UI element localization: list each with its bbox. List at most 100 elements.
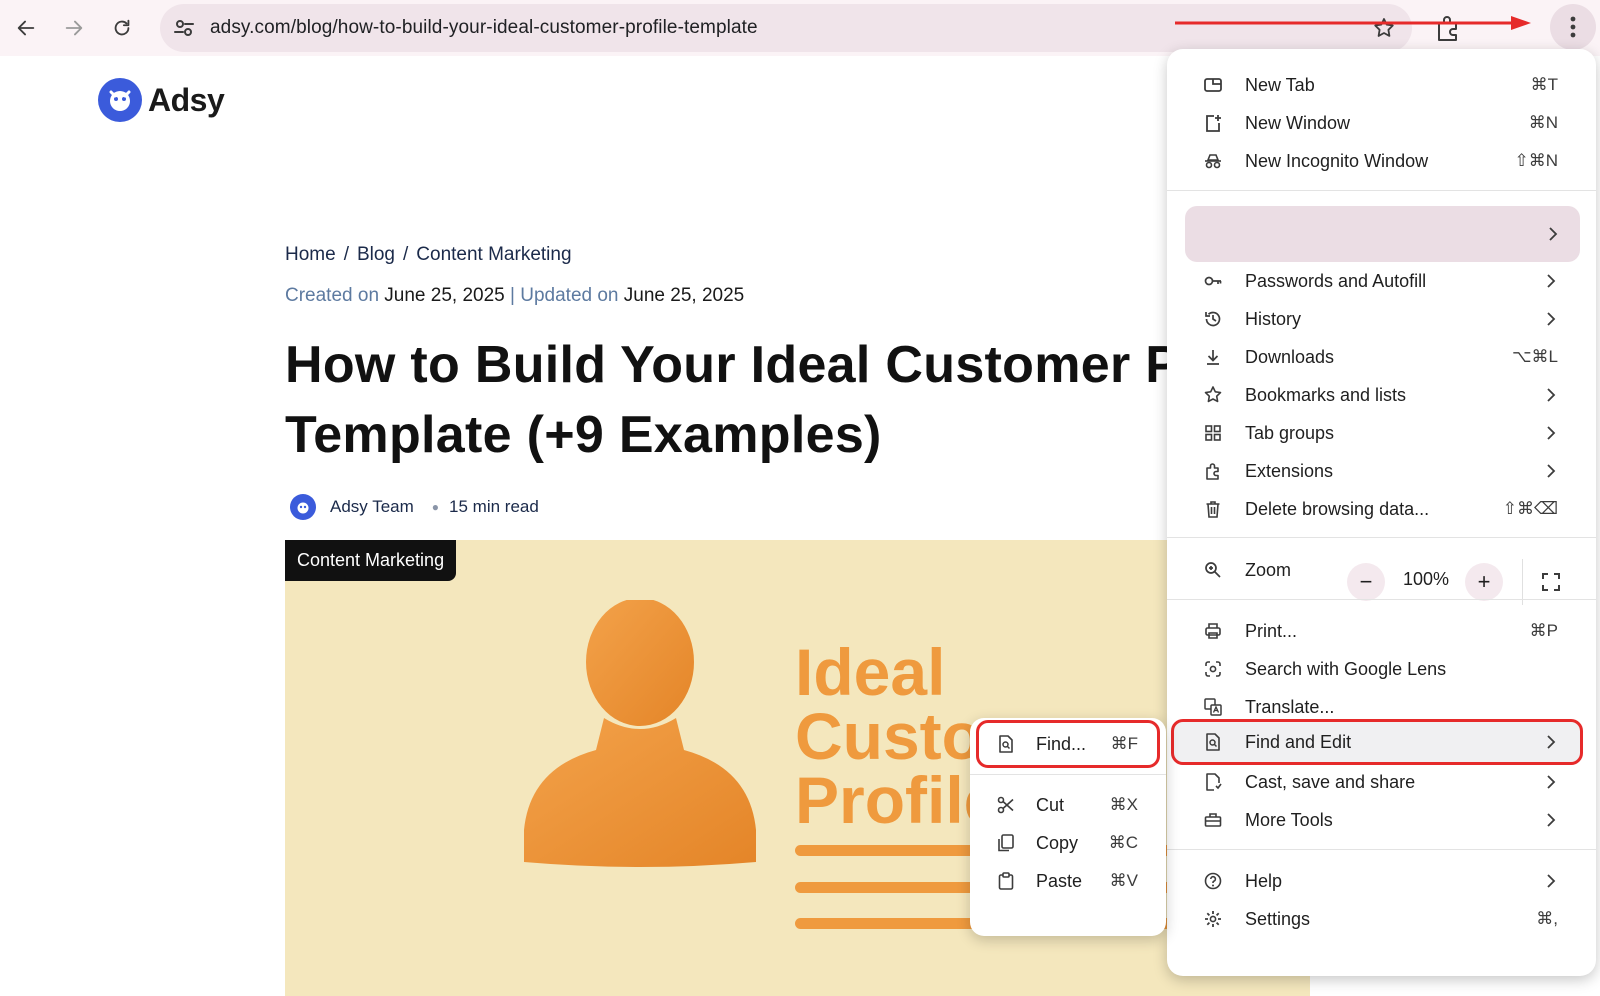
read-time: 15 min read [449,497,539,516]
browser-menu: New Tab ⌘T New Window ⌘N New Incognito W… [1167,49,1596,976]
browser-menu-button[interactable] [1550,4,1596,50]
updated-label: Updated on [520,285,619,306]
site-settings-icon[interactable] [172,16,196,40]
chevron-right-icon [1547,426,1556,440]
grid-icon [1205,425,1221,441]
chevron-right-icon [1547,874,1556,888]
person-silhouette-icon [524,600,756,867]
submenu-divider [970,774,1166,775]
arrow-right-icon [65,20,83,36]
breadcrumb: Home / Blog / Content Marketing [285,244,572,265]
download-icon [1207,350,1219,365]
menu-downloads[interactable]: Downloads ⌥⌘L [1167,338,1596,376]
updated-date: June 25, 2025 [623,285,745,306]
url-text[interactable]: adsy.com/blog/how-to-build-your-ideal-cu… [210,17,758,39]
menu-new-incognito[interactable]: New Incognito Window ⇧⌘N [1167,142,1596,180]
reload-button[interactable] [102,8,142,48]
bullet-icon: ● [431,500,440,514]
star-icon [1204,386,1222,403]
menu-more-tools[interactable]: More Tools [1167,801,1596,839]
site-logo[interactable]: Adsy [98,78,225,122]
chevron-right-icon [1547,312,1556,326]
menu-tab-groups[interactable]: Tab groups [1167,414,1596,452]
key-icon [1204,276,1222,286]
zoom-in-button[interactable]: + [1465,563,1503,601]
menu-history[interactable]: History [1167,300,1596,338]
arrow-left-icon [17,20,35,36]
new-window-icon [1206,115,1221,132]
breadcrumb-home[interactable]: Home [285,244,336,265]
menu-print[interactable]: Print... ⌘P [1167,612,1596,650]
chevron-right-icon [1547,813,1556,827]
created-label: Created on [285,285,380,306]
gear-icon [1205,911,1221,927]
profile-row[interactable] [1185,206,1580,262]
google-lens-icon [1205,661,1221,677]
chevron-right-icon [1547,735,1556,749]
menu-settings[interactable]: Settings ⌘, [1167,900,1596,938]
browser-toolbar: adsy.com/blog/how-to-build-your-ideal-cu… [0,0,1600,56]
translate-icon [1204,698,1222,716]
menu-passwords[interactable]: Passwords and Autofill [1167,262,1596,300]
file-share-icon [1206,773,1222,791]
red-arrow-annotation [1175,16,1531,30]
menu-new-tab[interactable]: New Tab ⌘T [1167,66,1596,104]
scissors-icon [997,796,1014,814]
date-divider: | [510,285,515,306]
breadcrumb-blog[interactable]: Blog [357,244,395,265]
menu-divider [1167,537,1596,538]
chevron-right-icon [1547,274,1556,288]
zoom-icon [1205,562,1221,578]
menu-bookmarks[interactable]: Bookmarks and lists [1167,376,1596,414]
menu-find-edit[interactable]: Find and Edit [1167,723,1596,761]
new-tab-icon [1204,78,1222,92]
title-line-1: How to Build Your Ideal Customer Profile [285,336,1170,394]
find-edit-submenu: Find... ⌘F Cut ⌘X Copy ⌘C Paste ⌘V [970,718,1166,936]
author-name[interactable]: Adsy Team [330,497,414,517]
menu-help[interactable]: Help [1167,862,1596,900]
author-meta: Adsy Team ● 15 min read [290,494,539,520]
clipboard-icon [998,872,1014,890]
help-icon [1204,872,1222,890]
copy-icon [998,834,1014,852]
toolbox-icon [1204,813,1222,827]
submenu-cut[interactable]: Cut ⌘X [970,786,1166,824]
back-button[interactable] [6,8,46,48]
menu-cast-save-share[interactable]: Cast, save and share [1167,763,1596,801]
history-icon [1205,311,1221,327]
page-title: How to Build Your Ideal Customer Profile… [285,330,1170,470]
post-dates: Created on June 25, 2025 | Updated on Ju… [285,285,744,307]
find-in-page-icon [999,735,1013,753]
submenu-find[interactable]: Find... ⌘F [970,725,1166,763]
created-date: June 25, 2025 [384,285,505,306]
chevron-right-icon [1547,464,1556,478]
submenu-paste[interactable]: Paste ⌘V [970,862,1166,900]
fullscreen-icon[interactable] [1539,570,1563,594]
owl-logo-icon [98,78,142,122]
puzzle-icon [1206,463,1219,480]
menu-divider [1167,849,1596,850]
logo-text: Adsy [148,81,225,118]
find-in-page-icon [1206,733,1220,751]
trash-icon [1206,501,1220,518]
menu-extensions[interactable]: Extensions [1167,452,1596,490]
submenu-copy[interactable]: Copy ⌘C [970,824,1166,862]
more-vert-icon [1570,16,1576,38]
title-line-2: Template (+9 Examples) [285,406,882,464]
chevron-right-icon [1547,775,1556,789]
forward-button[interactable] [54,8,94,48]
menu-new-window[interactable]: New Window ⌘N [1167,104,1596,142]
category-tag[interactable]: Content Marketing [285,540,457,581]
zoom-out-button[interactable]: − [1347,563,1385,601]
breadcrumb-category[interactable]: Content Marketing [416,244,571,265]
avatar [290,494,316,520]
incognito-icon [1205,154,1221,169]
menu-divider [1167,190,1596,191]
zoom-level: 100% [1403,569,1450,589]
printer-icon [1205,623,1221,639]
menu-delete-data[interactable]: Delete browsing data... ⇧⌘⌫ [1167,490,1596,528]
chevron-right-icon [1549,227,1558,241]
chevron-right-icon [1547,388,1556,402]
menu-divider [1167,599,1596,600]
menu-google-lens[interactable]: Search with Google Lens [1167,650,1596,688]
